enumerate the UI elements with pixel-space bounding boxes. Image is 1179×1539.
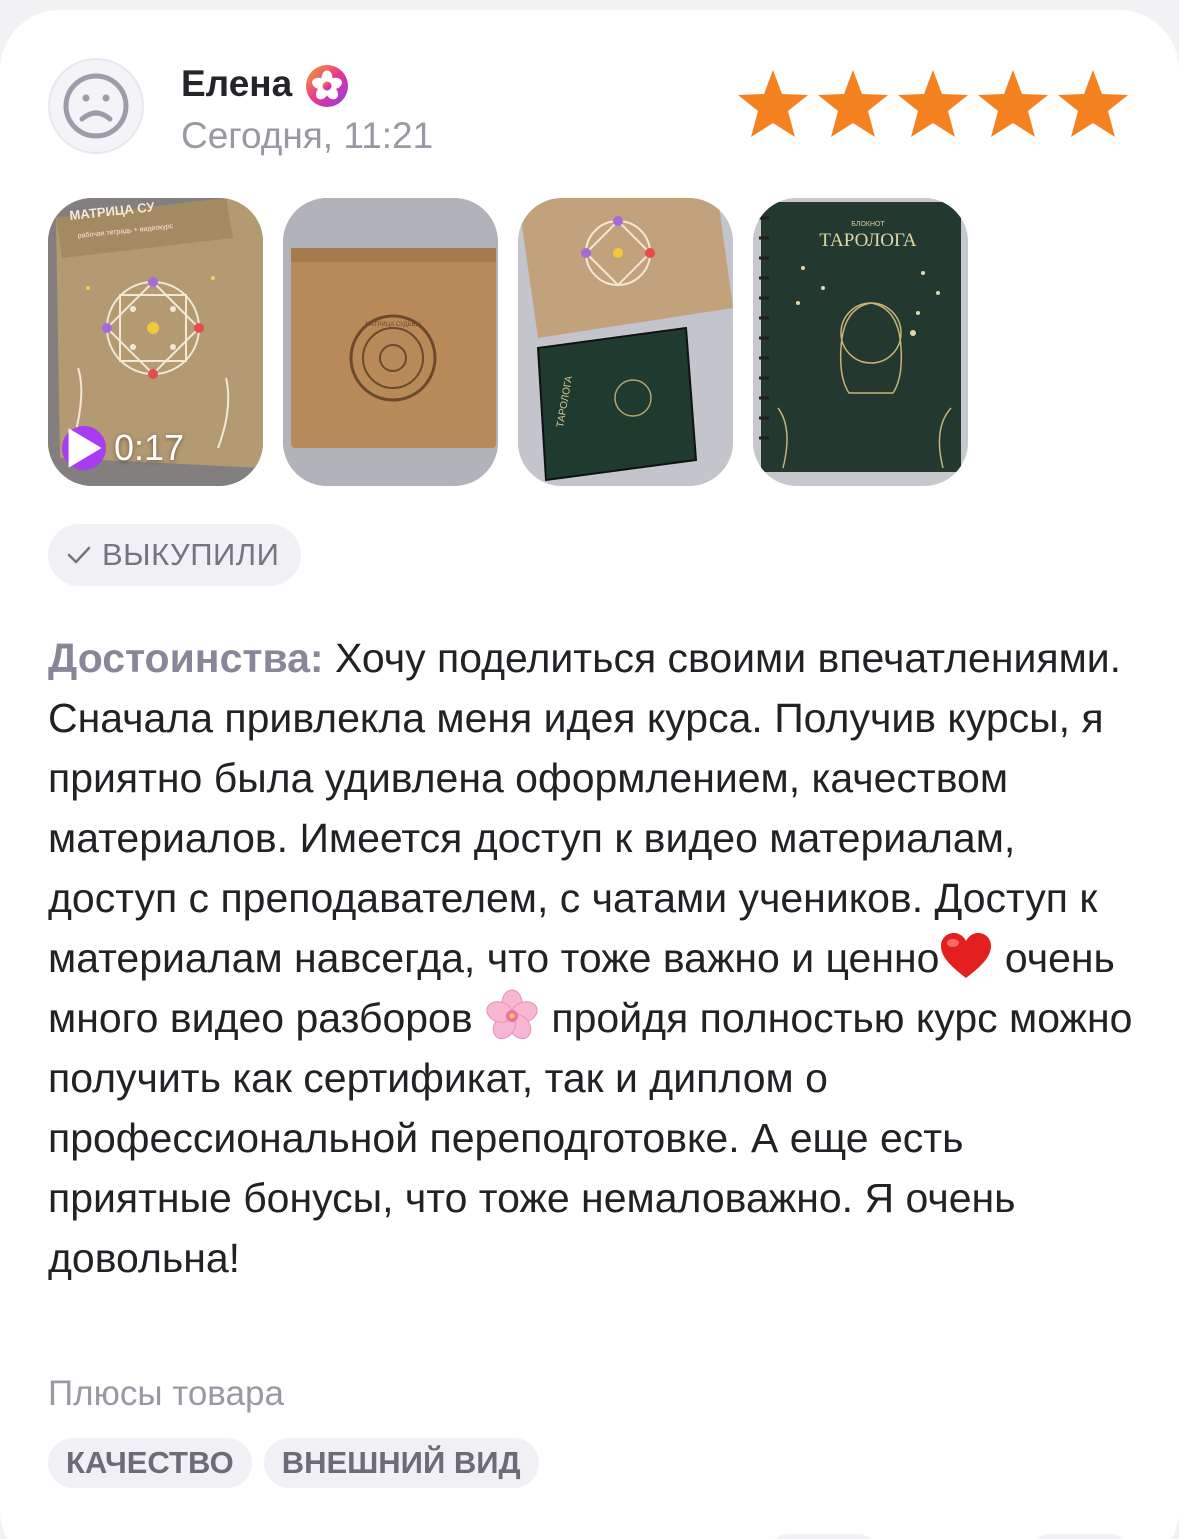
- avatar[interactable]: [48, 58, 144, 154]
- review-card: Елена Сегодня, 11:21 МАТРИЦА СУ рабочая …: [0, 10, 1179, 1539]
- pros-tag-appearance[interactable]: ВНЕШНИЙ ВИД: [263, 1438, 539, 1488]
- svg-text:ТАРОЛОГА: ТАРОЛОГА: [819, 230, 916, 251]
- action-pill[interactable]: [768, 1534, 878, 1539]
- star-icon: [818, 70, 888, 137]
- video-chip[interactable]: 0:17: [62, 426, 184, 470]
- cherry-blossom-emoji-icon: [486, 989, 538, 1040]
- user-avatar-icon: [63, 73, 129, 139]
- review-video-thumbnail[interactable]: МАТРИЦА СУ рабочая тетрадь + видеокурс 0…: [48, 198, 263, 486]
- box-image: МАТРИЦА СУДЬБЫ: [283, 198, 498, 486]
- svg-text:БЛОКНОТ: БЛОКНОТ: [851, 221, 885, 228]
- review-photo[interactable]: БЛОКНОТ ТАРОЛОГА: [753, 198, 968, 486]
- workbook-and-notebook-image: ТАРОЛОГА: [518, 198, 733, 486]
- action-pill[interactable]: [1030, 1534, 1130, 1539]
- play-icon[interactable]: [62, 426, 106, 470]
- review-photo[interactable]: ТАРОЛОГА: [518, 198, 733, 486]
- star-icon: [898, 70, 968, 137]
- review-photo[interactable]: МАТРИЦА СУДЬБЫ: [283, 198, 498, 486]
- pros-tags: КАЧЕСТВО ВНЕШНИЙ ВИД: [48, 1438, 539, 1488]
- video-duration: 0:17: [114, 427, 185, 468]
- review-text-part1: Хочу поделиться своими впечатлениями. Сн…: [48, 635, 1122, 981]
- review-section-label: Достоинства:: [48, 635, 324, 681]
- author-name[interactable]: Елена: [181, 62, 292, 106]
- star-icon: [978, 70, 1048, 137]
- checkmark-icon: [67, 546, 91, 564]
- rating-stars: [735, 68, 1131, 140]
- bought-tag-label: ВЫКУПИЛИ: [102, 537, 280, 572]
- review-date: Сегодня, 11:21: [181, 115, 434, 156]
- photo-gallery: МАТРИЦА СУ рабочая тетрадь + видеокурс 0…: [48, 198, 968, 486]
- svg-text:МАТРИЦА СУДЬБЫ: МАТРИЦА СУДЬБЫ: [365, 322, 421, 328]
- review-text: Достоинства: Хочу поделиться своими впеч…: [48, 628, 1138, 1288]
- heart-emoji-icon: [941, 933, 992, 978]
- tarologist-notebook-image: БЛОКНОТ ТАРОЛОГА: [753, 198, 968, 486]
- star-icon: [1058, 70, 1128, 137]
- bought-tag: ВЫКУПИЛИ: [48, 524, 302, 586]
- pros-tag-quality[interactable]: КАЧЕСТВО: [48, 1438, 252, 1488]
- pros-title: Плюсы товара: [48, 1374, 284, 1413]
- star-icon: [738, 70, 808, 137]
- flower-badge-icon: [306, 65, 348, 107]
